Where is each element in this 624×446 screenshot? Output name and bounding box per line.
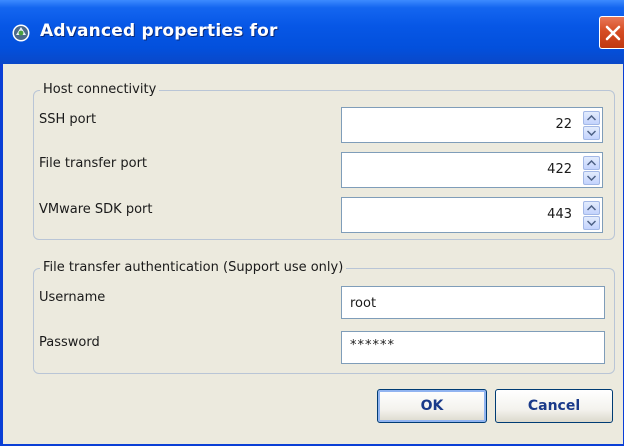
file-transfer-port-down-button[interactable] (583, 171, 600, 185)
vmware-sdk-port-up-button[interactable] (583, 201, 600, 215)
ssh-port-stepper[interactable]: 22 (341, 107, 603, 143)
file-transfer-port-spinner[interactable] (583, 156, 600, 185)
chevron-up-icon (587, 205, 596, 211)
username-label: Username (39, 290, 106, 305)
file-transfer-port-up-button[interactable] (583, 156, 600, 170)
password-field[interactable]: ****** (341, 331, 605, 364)
vmware-sdk-port-stepper[interactable]: 443 (341, 197, 603, 233)
file-transfer-port-label: File transfer port (39, 156, 148, 171)
title-bar[interactable]: Advanced properties for (0, 0, 624, 64)
dialog-window: Advanced properties for Host connectivit… (0, 0, 624, 446)
host-connectivity-legend: Host connectivity (40, 82, 160, 97)
chevron-up-icon (587, 115, 596, 121)
chevron-down-icon (587, 130, 596, 136)
ssh-port-down-button[interactable] (583, 126, 600, 140)
ssh-port-up-button[interactable] (583, 111, 600, 125)
app-logo-icon (12, 24, 30, 42)
username-value: root (350, 296, 377, 311)
file-transfer-auth-legend: File transfer authentication (Support us… (40, 260, 347, 275)
password-value: ****** (350, 338, 395, 353)
vmware-sdk-port-value: 443 (547, 207, 572, 222)
close-icon (605, 25, 621, 41)
file-transfer-port-stepper[interactable]: 422 (341, 152, 603, 188)
chevron-down-icon (587, 220, 596, 226)
close-button[interactable] (599, 16, 624, 49)
ssh-port-value: 22 (555, 117, 572, 132)
ok-button[interactable]: OK (377, 389, 487, 423)
username-field[interactable]: root (341, 286, 605, 319)
ssh-port-label: SSH port (39, 112, 97, 127)
window-title: Advanced properties for (40, 21, 278, 41)
vmware-sdk-port-down-button[interactable] (583, 216, 600, 230)
ssh-port-spinner[interactable] (583, 111, 600, 140)
chevron-up-icon (587, 160, 596, 166)
cancel-button[interactable]: Cancel (495, 389, 613, 423)
vmware-sdk-port-label: VMware SDK port (39, 202, 153, 217)
file-transfer-port-value: 422 (547, 162, 572, 177)
password-label: Password (39, 335, 100, 350)
vmware-sdk-port-spinner[interactable] (583, 201, 600, 230)
chevron-down-icon (587, 175, 596, 181)
